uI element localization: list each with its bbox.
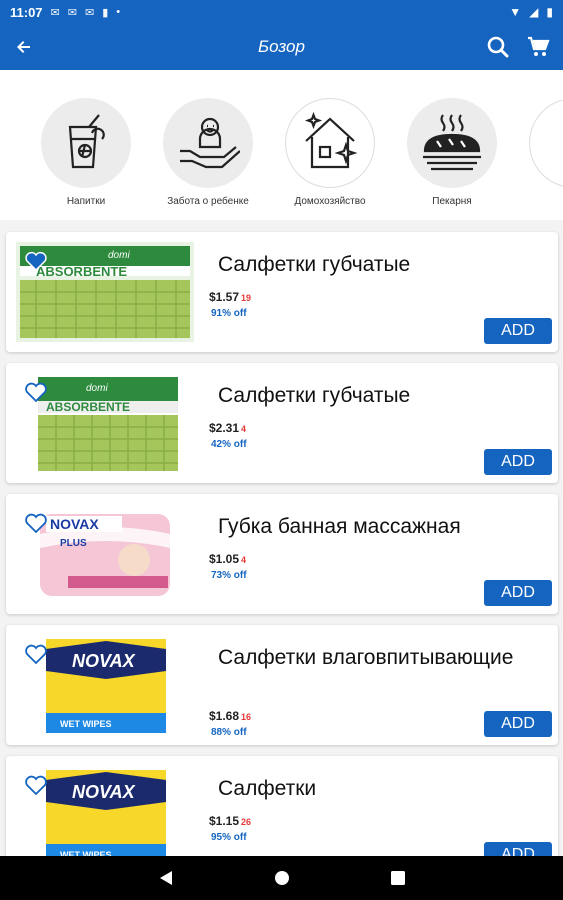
baby-care-icon bbox=[163, 98, 253, 188]
status-bar: 11:07 ✉ ✉ ✉ ▮ • ▼ ◢ ▮ bbox=[0, 0, 563, 24]
svg-text:NOVAX: NOVAX bbox=[50, 516, 99, 532]
svg-text:ABSORBENTE: ABSORBENTE bbox=[36, 264, 127, 279]
product-card[interactable]: NOVAX PLUS Губка банная массажная $1.05 4… bbox=[6, 494, 558, 614]
status-time: 11:07 bbox=[10, 4, 43, 20]
add-to-cart-button[interactable]: ADD bbox=[484, 580, 552, 606]
category-label: Напитки bbox=[66, 196, 106, 207]
svg-text:domi: domi bbox=[108, 250, 130, 261]
product-price: $2.31 4 bbox=[209, 421, 246, 435]
drink-icon bbox=[41, 98, 131, 188]
svg-text:WET WIPES: WET WIPES bbox=[60, 719, 112, 729]
product-list: domi ABSORBENTE Салфетки губчатые $1.57 1… bbox=[0, 220, 563, 856]
product-price: $1.05 4 bbox=[209, 552, 246, 566]
page-title: Бозор bbox=[258, 37, 305, 56]
product-name: Салфетки bbox=[218, 777, 317, 800]
discount-label: 88% off bbox=[211, 727, 247, 738]
search-icon[interactable] bbox=[485, 34, 511, 60]
product-name: Салфетки губчатые bbox=[218, 384, 411, 407]
category-more[interactable] bbox=[528, 98, 563, 188]
category-drinks[interactable]: Напитки bbox=[40, 98, 132, 207]
favorite-heart-icon[interactable] bbox=[24, 381, 48, 403]
dot-icon: • bbox=[116, 6, 121, 18]
back-arrow-icon[interactable] bbox=[0, 34, 48, 60]
svg-text:PLUS: PLUS bbox=[60, 538, 87, 549]
cart-icon[interactable] bbox=[525, 34, 551, 60]
old-price: 26 bbox=[241, 817, 252, 827]
old-price: 19 bbox=[241, 293, 252, 303]
category-label: Домохозяйство bbox=[294, 196, 366, 207]
sd-card-icon: ▮ bbox=[102, 6, 109, 19]
wifi-icon: ▼ bbox=[509, 5, 522, 19]
favorite-heart-icon[interactable] bbox=[24, 512, 48, 534]
current-price: $1.05 bbox=[209, 552, 240, 566]
nav-recents-icon[interactable] bbox=[386, 866, 410, 890]
product-name: Губка банная массажная bbox=[218, 515, 461, 538]
category-baby-care[interactable]: Забота о ребенке bbox=[162, 98, 254, 207]
add-to-cart-button[interactable]: ADD bbox=[484, 842, 552, 856]
system-nav-bar bbox=[0, 856, 563, 900]
discount-label: 95% off bbox=[211, 832, 247, 843]
category-more-icon bbox=[529, 98, 563, 188]
add-to-cart-button[interactable]: ADD bbox=[484, 449, 552, 475]
discount-label: 73% off bbox=[211, 570, 247, 581]
current-price: $1.57 bbox=[209, 290, 240, 304]
battery-icon: ▮ bbox=[546, 5, 553, 19]
product-price: $1.68 16 bbox=[209, 709, 251, 723]
product-price: $1.57 19 bbox=[209, 290, 251, 304]
house-icon bbox=[285, 98, 375, 188]
product-price: $1.15 26 bbox=[209, 814, 251, 828]
favorite-heart-icon[interactable] bbox=[24, 774, 48, 796]
product-card[interactable]: domi ABSORBENTE Салфетки губчатые $1.57 1… bbox=[6, 232, 558, 352]
mail-icon: ✉ bbox=[84, 6, 95, 19]
favorite-heart-icon[interactable] bbox=[24, 250, 48, 272]
category-strip: Напитки Забота о ребенке Домохозяйство П… bbox=[0, 70, 563, 220]
svg-text:ABSORBENTE: ABSORBENTE bbox=[46, 400, 130, 414]
product-name: Салфетки влаговпитывающие bbox=[218, 646, 514, 669]
add-to-cart-button[interactable]: ADD bbox=[484, 711, 552, 737]
category-label: Пекарня bbox=[432, 196, 472, 207]
current-price: $1.15 bbox=[209, 814, 240, 828]
svg-text:NOVAX: NOVAX bbox=[72, 651, 136, 671]
product-card[interactable]: domi ABSORBENTE Салфетки губчатые $2.31 4… bbox=[6, 363, 558, 483]
old-price: 16 bbox=[241, 712, 252, 722]
category-label: Забота о ребенке bbox=[167, 196, 249, 207]
current-price: $1.68 bbox=[209, 709, 240, 723]
old-price: 4 bbox=[241, 555, 247, 565]
bread-icon bbox=[407, 98, 497, 188]
signal-icon: ◢ bbox=[529, 5, 539, 19]
nav-back-icon[interactable] bbox=[154, 866, 178, 890]
product-card[interactable]: NOVAX WET WIPES Салфетки влаговпитывающи… bbox=[6, 625, 558, 745]
product-name: Салфетки губчатые bbox=[218, 253, 411, 276]
favorite-heart-icon[interactable] bbox=[24, 643, 48, 665]
svg-text:domi: domi bbox=[86, 383, 108, 394]
svg-text:NOVAX: NOVAX bbox=[72, 782, 136, 802]
mail-icon: ✉ bbox=[50, 6, 60, 19]
discount-label: 42% off bbox=[211, 439, 247, 450]
current-price: $2.31 bbox=[209, 421, 240, 435]
add-to-cart-button[interactable]: ADD bbox=[484, 318, 552, 344]
old-price: 4 bbox=[241, 424, 247, 434]
mail-icon: ✉ bbox=[67, 6, 77, 19]
nav-home-icon[interactable] bbox=[270, 866, 294, 890]
category-household[interactable]: Домохозяйство bbox=[284, 98, 376, 207]
app-bar: Бозор bbox=[0, 24, 563, 70]
product-card[interactable]: NOVAX WET WIPES Салфетки $1.15 26 95% off… bbox=[6, 756, 558, 856]
discount-label: 91% off bbox=[211, 308, 247, 319]
category-bakery[interactable]: Пекарня bbox=[406, 98, 498, 207]
